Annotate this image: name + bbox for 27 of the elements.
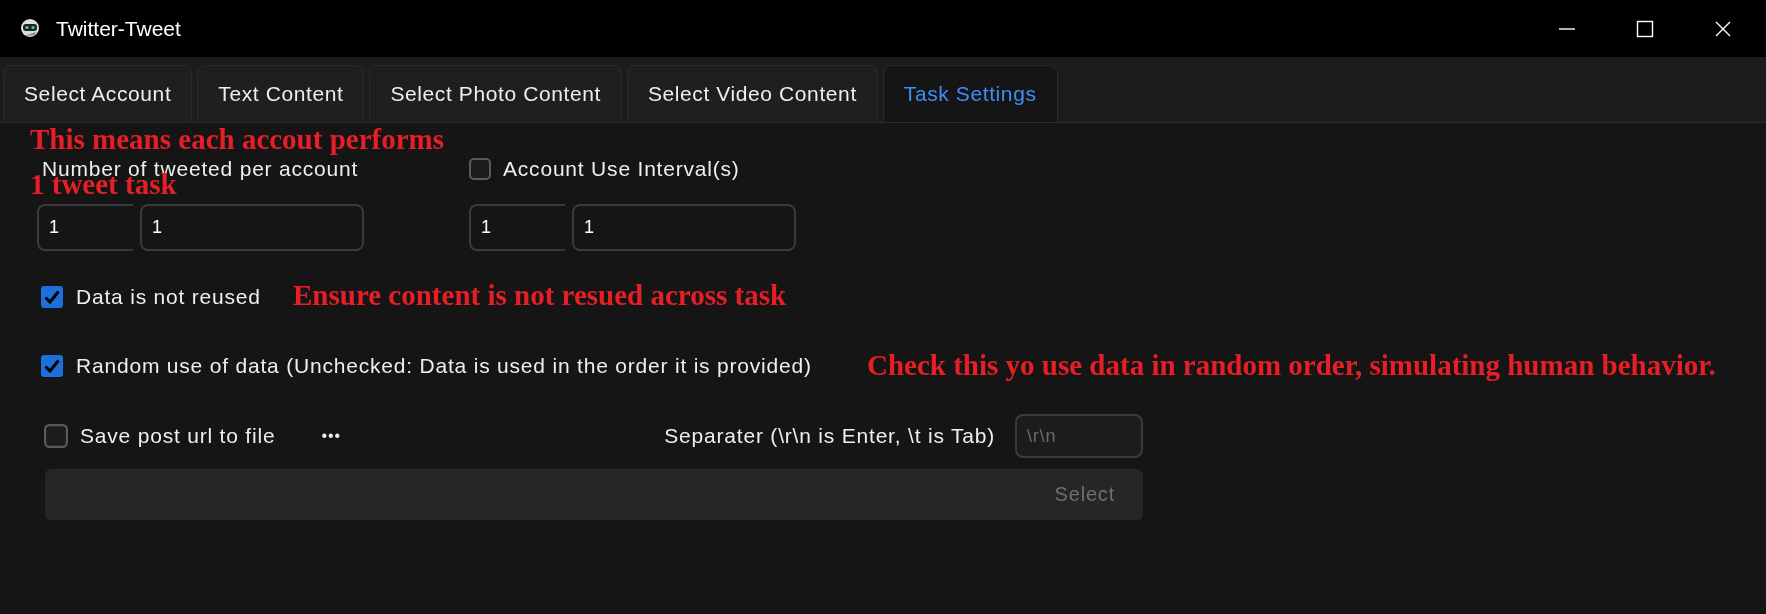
annotation-text: This means each accout performs [30,125,444,154]
number-field[interactable]: 1 [469,204,565,251]
tab[interactable]: Select Video Content [626,65,878,122]
tab[interactable]: Select Photo Content [369,65,622,122]
annotation-text: Check this yo use data in random order, simulating human behavior. [867,351,1716,380]
number-field[interactable]: 1 [37,204,133,251]
tab[interactable]: Text Content [197,65,365,122]
checkbox[interactable] [41,355,63,377]
checkbox[interactable] [469,158,491,180]
maximize-icon [1636,19,1654,38]
more-button[interactable]: ••• [321,427,342,445]
minimize-icon [1559,27,1575,30]
checkbox-label: Random use of data (Unchecked: Data is used in the order it is provided) [76,354,812,378]
checkbox[interactable] [41,286,63,308]
checkbox[interactable] [44,424,68,448]
tab[interactable]: Task Settings [882,65,1058,122]
tab[interactable]: Select Account [3,65,193,122]
window-title: Twitter-Tweet [56,16,181,41]
close-icon [1714,19,1732,38]
checkbox-label: Save post url to file [80,424,276,448]
annotation-text: Ensure content is not resued across task [293,281,787,310]
checkbox-label: Account Use Interval(s) [503,157,740,181]
field-label: Separater (\r\n is Enter, \t is Tab) [664,424,995,448]
number-field[interactable]: 1 [140,204,364,251]
number-field[interactable]: 1 [572,204,796,251]
checkbox-label: Data is not reused [76,285,261,309]
separator-field[interactable]: \r\n [1015,414,1143,458]
